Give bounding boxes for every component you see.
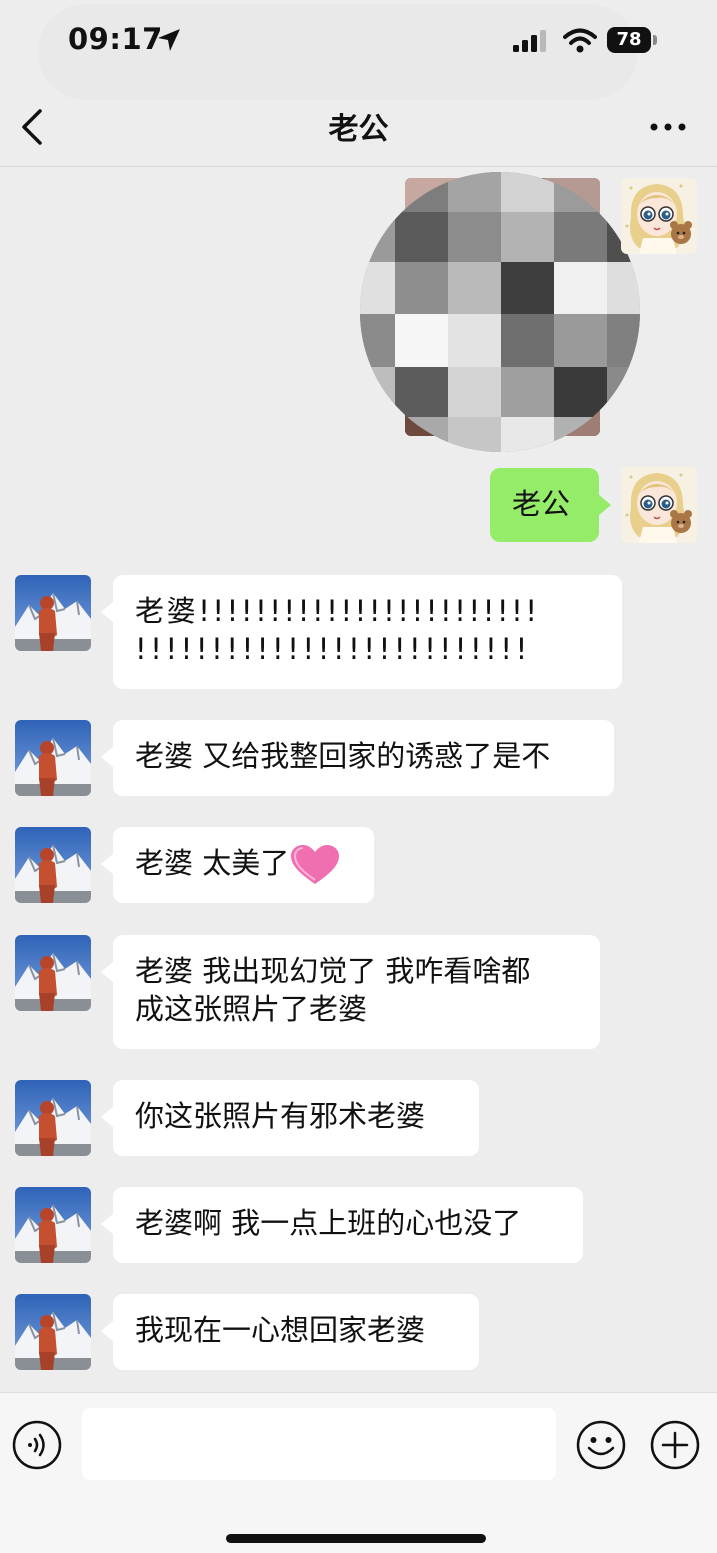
wifi-icon xyxy=(563,28,597,53)
message-text: 老公 xyxy=(512,487,571,521)
my-avatar[interactable] xyxy=(621,467,697,543)
message-text: 老婆啊 我一点上班的心也没了 xyxy=(135,1206,522,1240)
contact-avatar[interactable] xyxy=(15,1080,91,1156)
message-line: 老婆!!!!!!!!!!!!!!!!!!!!!!!! xyxy=(135,594,540,628)
voice-icon[interactable] xyxy=(12,1420,62,1470)
battery-cap xyxy=(653,35,657,45)
more-icon[interactable] xyxy=(648,114,688,140)
contact-message-bubble[interactable]: 老婆 又给我整回家的诱惑了是不 xyxy=(101,720,614,796)
contact-message-bubble[interactable]: 老婆 太美了 xyxy=(101,827,374,903)
battery-level: 78 xyxy=(607,27,651,53)
my-avatar[interactable] xyxy=(621,178,697,254)
contact-avatar[interactable] xyxy=(15,1187,91,1263)
pink-heart-sticker xyxy=(291,845,340,884)
status-bar: 09:17 78 xyxy=(0,0,717,100)
contact-avatar[interactable] xyxy=(15,827,91,903)
plus-icon[interactable] xyxy=(650,1420,700,1470)
message-input[interactable] xyxy=(82,1408,556,1480)
home-indicator[interactable] xyxy=(226,1534,486,1543)
contact-message-bubble[interactable]: 我现在一心想回家老婆 xyxy=(101,1294,479,1370)
signal-icon xyxy=(513,30,546,52)
contact-message-bubble[interactable]: 你这张照片有邪术老婆 xyxy=(101,1080,479,1156)
message-text: 你这张照片有邪术老婆 xyxy=(135,1099,426,1133)
status-time: 09:17 xyxy=(68,22,163,56)
contact-message-bubble[interactable]: 老婆啊 我一点上班的心也没了 xyxy=(101,1187,583,1263)
contact-avatar[interactable] xyxy=(15,720,91,796)
contact-message-bubble[interactable]: 老婆 我出现幻觉了 我咋看啥都 成这张照片了老婆 xyxy=(101,935,600,1049)
contact-avatar[interactable] xyxy=(15,575,91,651)
message-line: !!!!!!!!!!!!!!!!!!!!!!!!!! xyxy=(135,632,531,666)
message-text: 老婆 又给我整回家的诱惑了是不 xyxy=(135,739,551,773)
my-message-bubble[interactable]: 老公 xyxy=(490,468,611,542)
message-text: 老婆 太美了 xyxy=(135,846,290,880)
contact-avatar[interactable] xyxy=(15,935,91,1011)
message-text: 我现在一心想回家老婆 xyxy=(135,1313,426,1347)
contact-message-bubble[interactable]: 老婆!!!!!!!!!!!!!!!!!!!!!!!! !!!!!!!!!!!!!… xyxy=(101,575,622,689)
chat-header: 老公 xyxy=(0,88,717,167)
privacy-mosaic xyxy=(360,172,640,452)
message-line: 老婆 我出现幻觉了 我咋看啥都 xyxy=(135,954,531,988)
location-arrow-icon xyxy=(158,29,180,51)
emoji-icon[interactable] xyxy=(576,1420,626,1470)
chat-input-bar xyxy=(0,1392,717,1553)
contact-avatar[interactable] xyxy=(15,1294,91,1370)
message-line: 成这张照片了老婆 xyxy=(135,992,368,1026)
chat-title: 老公 xyxy=(328,112,389,147)
